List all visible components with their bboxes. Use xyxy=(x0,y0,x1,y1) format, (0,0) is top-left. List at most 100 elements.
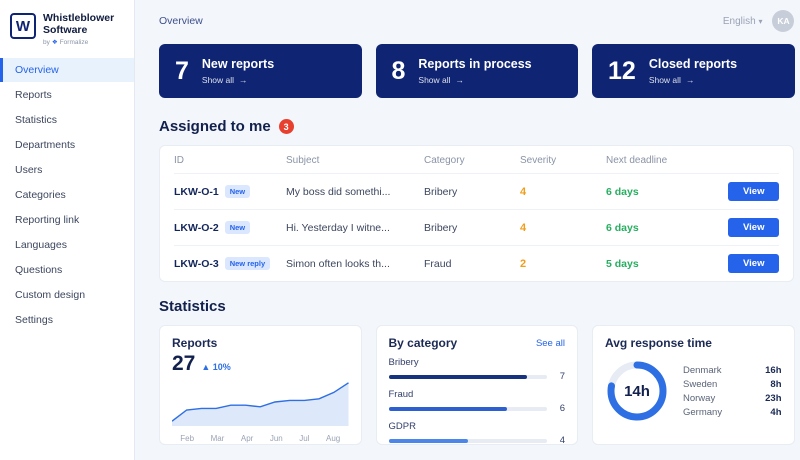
sidebar-item-users[interactable]: Users xyxy=(0,158,134,182)
col-header-category: Category xyxy=(424,155,520,166)
country-time: 8h xyxy=(770,379,781,390)
report-severity: 2 xyxy=(520,258,606,270)
country-name: Germany xyxy=(683,407,722,418)
see-all-link[interactable]: See all xyxy=(536,338,565,349)
sidebar-item-overview[interactable]: Overview xyxy=(0,58,134,82)
country-row: Germany 4h xyxy=(683,407,782,418)
statistics-title: Statistics xyxy=(159,298,226,315)
assigned-table: ID Subject Category Severity Next deadli… xyxy=(159,145,794,282)
assigned-to-me-title: Assigned to me xyxy=(159,118,271,135)
category-bar-row: GDPR 4 xyxy=(389,421,566,446)
closed-reports-card: 12 Closed reports Show all → xyxy=(592,44,795,98)
month-label: Feb xyxy=(180,434,194,443)
bar-fill xyxy=(389,439,468,443)
response-time-card: Avg response time 14h Denmark 16h Swede xyxy=(592,325,795,445)
month-label: Mar xyxy=(211,434,225,443)
category-chart-title: By category xyxy=(389,336,458,350)
col-header-deadline: Next deadline xyxy=(606,155,728,166)
country-row: Denmark 16h xyxy=(683,365,782,376)
reports-total: 27 xyxy=(172,352,195,376)
formalize-icon: ❖ xyxy=(52,38,58,46)
category-chart-card: By category See all Bribery 7 Fraud 6 xyxy=(376,325,579,445)
new-reports-count: 7 xyxy=(175,57,189,86)
category-bar-row: Fraud 6 xyxy=(389,389,566,414)
reports-chart-title: Reports xyxy=(172,336,349,350)
brand-logo: W Whistleblower Software by ❖ Formalize xyxy=(0,10,134,58)
sidebar-item-custom-design[interactable]: Custom design xyxy=(0,283,134,307)
sidebar-item-languages[interactable]: Languages xyxy=(0,233,134,257)
arrow-right-icon: → xyxy=(456,75,465,85)
brand-name-line2: Software xyxy=(43,24,114,36)
reports-in-process-show-all-link[interactable]: Show all → xyxy=(418,75,531,85)
category-value: 6 xyxy=(555,403,565,414)
brand-by-label: by xyxy=(43,39,50,46)
reports-in-process-count: 8 xyxy=(392,57,406,86)
chevron-down-icon: ▾ xyxy=(758,17,762,26)
gauge-value: 14h xyxy=(605,359,669,423)
sidebar-item-departments[interactable]: Departments xyxy=(0,133,134,157)
statistics-cards: Reports 27 ▲ 10% Feb Mar Apr Jun Jul Aug xyxy=(159,325,794,445)
brand-company: Formalize xyxy=(60,39,89,46)
arrow-right-icon: → xyxy=(686,75,695,85)
status-badge: New xyxy=(225,185,250,198)
country-time: 16h xyxy=(765,365,781,376)
report-severity: 4 xyxy=(520,222,606,234)
sidebar-item-categories[interactable]: Categories xyxy=(0,183,134,207)
col-header-subject: Subject xyxy=(286,155,424,166)
status-badge: New reply xyxy=(225,257,270,270)
table-row: LKW-O-2 New Hi. Yesterday I witne... Bri… xyxy=(174,210,779,246)
month-label: Jul xyxy=(299,434,309,443)
closed-reports-show-all-link[interactable]: Show all → xyxy=(649,75,737,85)
bar-track xyxy=(389,407,548,411)
view-button[interactable]: View xyxy=(728,254,779,273)
reports-chart-card: Reports 27 ▲ 10% Feb Mar Apr Jun Jul Aug xyxy=(159,325,362,445)
new-reports-show-all-link[interactable]: Show all → xyxy=(202,75,274,85)
category-label: GDPR xyxy=(389,421,566,432)
new-reports-card: 7 New reports Show all → xyxy=(159,44,362,98)
sidebar-item-statistics[interactable]: Statistics xyxy=(0,108,134,132)
category-label: Fraud xyxy=(389,389,566,400)
main-content: Overview English ▾ KA 7 New reports Show… xyxy=(135,0,800,460)
bar-fill xyxy=(389,407,508,411)
month-label: Apr xyxy=(241,434,253,443)
sidebar-item-questions[interactable]: Questions xyxy=(0,258,134,282)
arrow-right-icon: → xyxy=(239,75,248,85)
bar-track xyxy=(389,375,548,379)
assigned-count-badge: 3 xyxy=(279,119,294,134)
col-header-id: ID xyxy=(174,155,286,166)
language-selector[interactable]: English ▾ xyxy=(723,16,763,27)
brand-logo-icon: W xyxy=(10,13,36,39)
sidebar-item-reports[interactable]: Reports xyxy=(0,83,134,107)
avatar[interactable]: KA xyxy=(772,10,794,32)
reports-in-process-card: 8 Reports in process Show all → xyxy=(376,44,579,98)
response-time-gauge: 14h xyxy=(605,359,669,423)
report-severity: 4 xyxy=(520,186,606,198)
category-value: 7 xyxy=(555,371,565,382)
report-category: Bribery xyxy=(424,222,520,234)
summary-cards: 7 New reports Show all → 8 Reports in pr… xyxy=(159,44,794,98)
category-label: Bribery xyxy=(389,357,566,368)
country-name: Sweden xyxy=(683,379,717,390)
sidebar-item-reporting-link[interactable]: Reporting link xyxy=(0,208,134,232)
view-button[interactable]: View xyxy=(728,218,779,237)
table-row: LKW-O-3 New reply Simon often looks th..… xyxy=(174,246,779,281)
sidebar: W Whistleblower Software by ❖ Formalize … xyxy=(0,0,135,460)
topbar: Overview English ▾ KA xyxy=(159,10,794,32)
report-id: LKW-O-1 xyxy=(174,186,219,198)
reports-delta: 10% xyxy=(213,362,231,372)
month-label: Jun xyxy=(270,434,283,443)
report-subject: Hi. Yesterday I witne... xyxy=(286,222,424,234)
report-deadline: 6 days xyxy=(606,222,728,234)
reports-in-process-title: Reports in process xyxy=(418,57,531,71)
report-subject: Simon often looks th... xyxy=(286,258,424,270)
country-row: Sweden 8h xyxy=(683,379,782,390)
view-button[interactable]: View xyxy=(728,182,779,201)
country-name: Norway xyxy=(683,393,715,404)
table-header-row: ID Subject Category Severity Next deadli… xyxy=(174,146,779,174)
month-label: Aug xyxy=(326,434,340,443)
sidebar-item-settings[interactable]: Settings xyxy=(0,308,134,332)
report-category: Fraud xyxy=(424,258,520,270)
report-id: LKW-O-3 xyxy=(174,258,219,270)
brand-name-line1: Whistleblower xyxy=(43,12,114,24)
country-time: 4h xyxy=(770,407,781,418)
